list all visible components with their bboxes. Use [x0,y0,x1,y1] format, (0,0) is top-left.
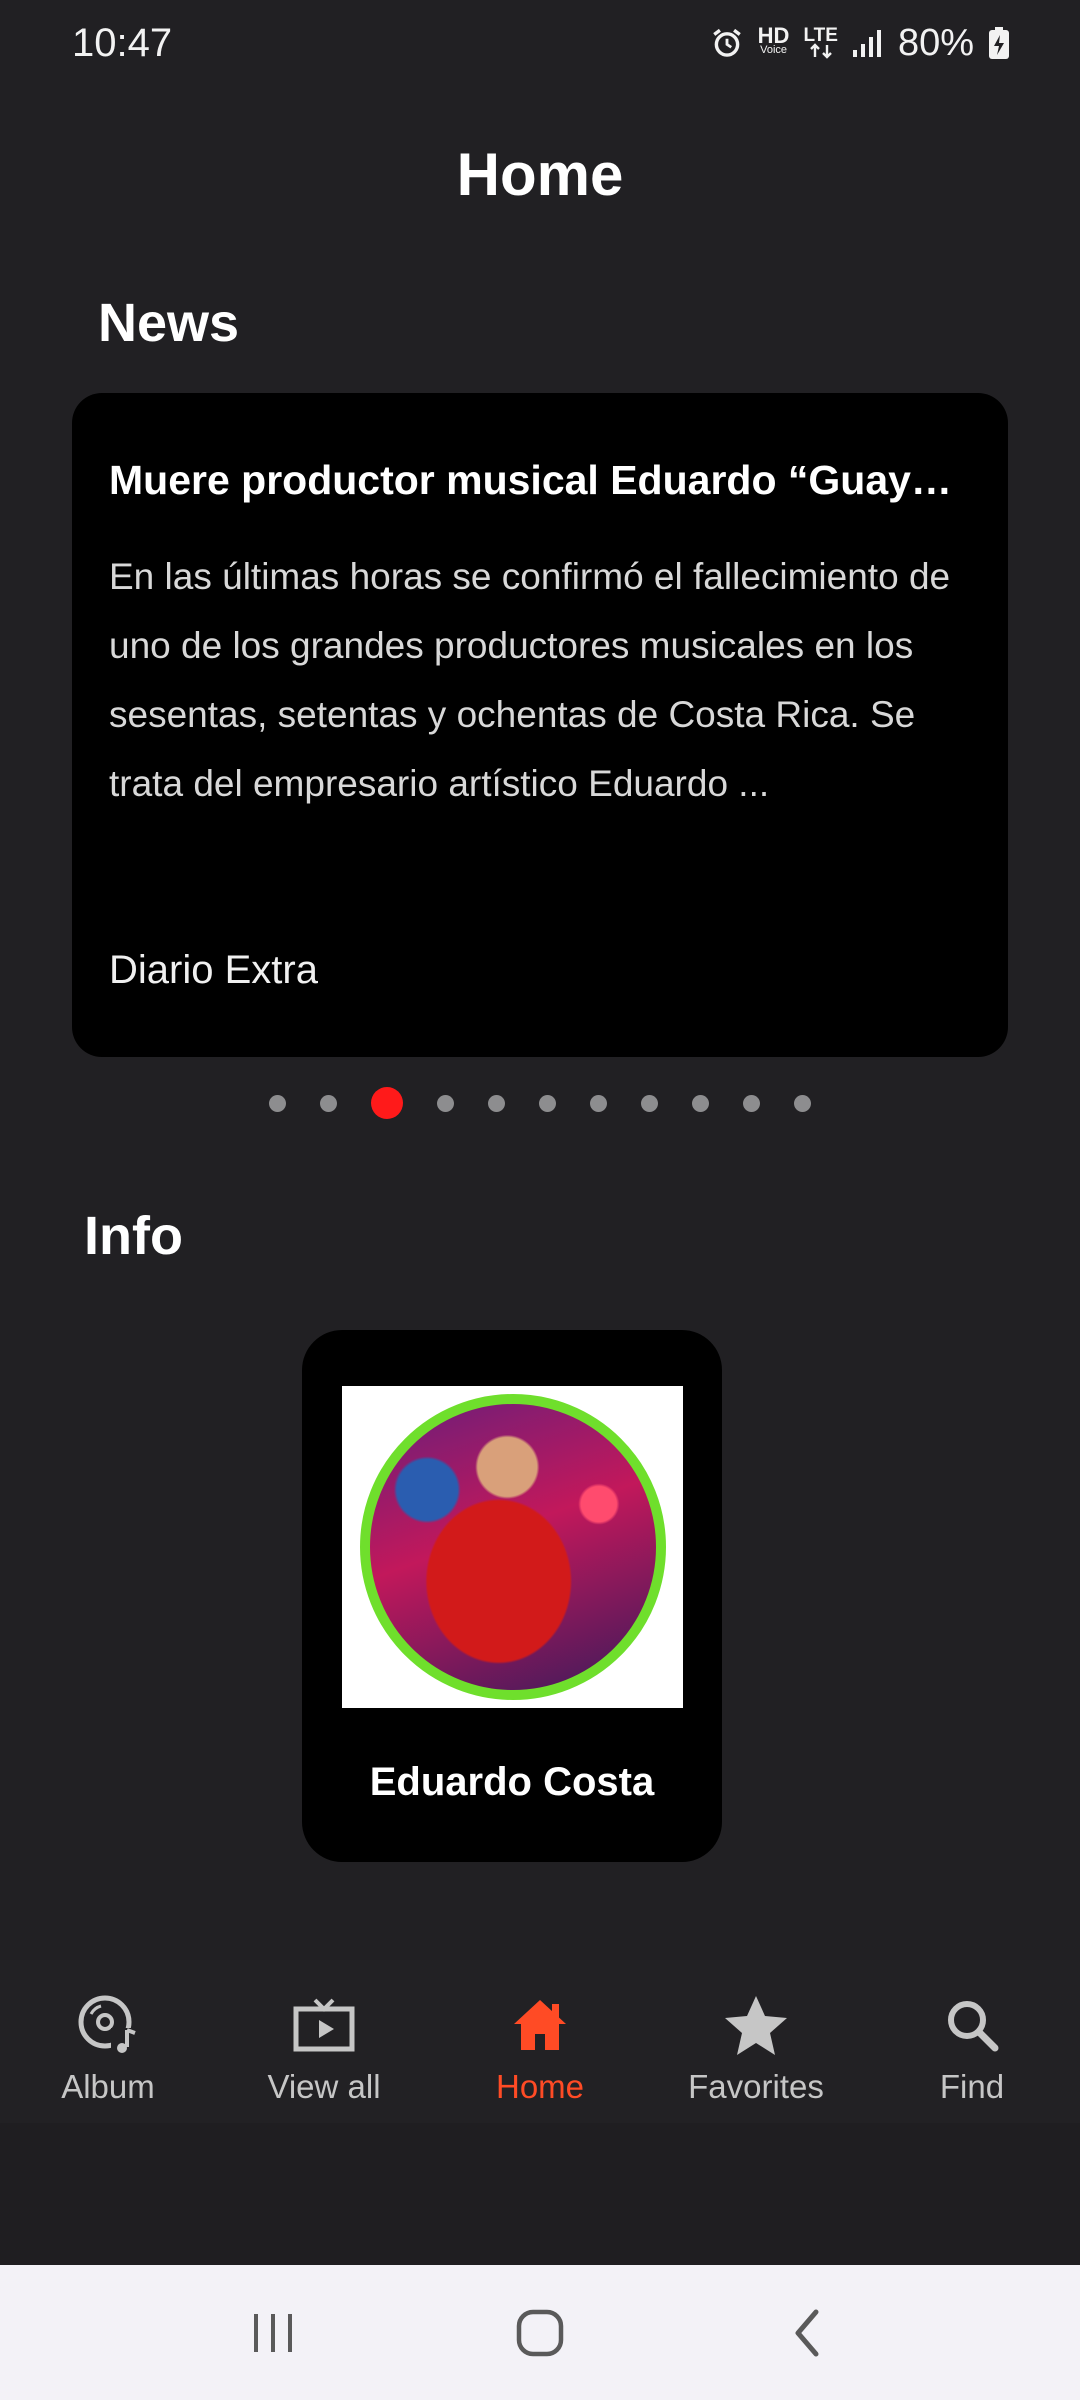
nav-label-find: Find [939,2068,1005,2105]
nav-item-album[interactable]: Album [0,1960,216,2123]
home-circle-icon[interactable] [495,2288,585,2378]
pager-dot[interactable] [794,1094,811,1112]
system-nav-bar [0,2265,1080,2400]
artist-name: Eduardo Costa [369,1760,655,1804]
nav-label-home: Home [495,2068,585,2105]
pager-dot-active[interactable] [371,1087,403,1119]
news-source: Diario Extra [109,948,318,992]
lte-label: LTE [803,24,838,46]
hd-voice-icon: HD Voice [757,23,790,58]
pager-dot[interactable] [269,1094,286,1112]
bottom-nav: Album View all Home Favorites Find [0,1960,1080,2123]
pager-dot[interactable] [539,1094,556,1112]
recent-apps-icon[interactable] [228,2288,318,2378]
pager-dot[interactable] [641,1094,658,1112]
artist-photo-frame [342,1386,683,1708]
alarm-icon [710,26,744,60]
nav-item-find[interactable]: Find [864,1960,1080,2123]
news-pager[interactable] [0,1086,1080,1120]
nav-label-view-all: View all [267,2068,381,2105]
pager-dot[interactable] [488,1094,505,1112]
signal-icon [852,28,884,58]
star-icon [723,1992,789,2058]
pager-dot[interactable] [692,1094,709,1112]
search-icon [939,1992,1005,2058]
status-bar: 10:47 HD Voice LTE 80% [0,0,1080,86]
battery-percent: 80% [897,21,974,64]
pager-dot[interactable] [320,1094,337,1112]
nav-label-favorites: Favorites [688,2068,824,2105]
tv-play-icon [291,1992,357,2058]
home-icon [507,1992,573,2058]
back-icon[interactable] [762,2288,852,2378]
nav-label-album: Album [61,2068,155,2105]
news-card[interactable]: Muere productor musical Eduardo “Guay… E… [72,393,1008,1057]
nav-item-view-all[interactable]: View all [216,1960,432,2123]
battery-charging-icon [988,26,1010,60]
pager-dot[interactable] [437,1094,454,1112]
status-time: 10:47 [72,20,173,65]
content-spacer [0,2123,1080,2265]
news-headline: Muere productor musical Eduardo “Guay… [109,457,952,503]
status-icons: HD Voice LTE 80% [710,22,1010,65]
voice-label: Voice [760,44,788,56]
news-section-title: News [98,293,240,353]
lte-icon: LTE [803,24,838,59]
news-body: En las últimas horas se confirmó el fall… [109,556,951,804]
nav-item-favorites[interactable]: Favorites [648,1960,864,2123]
album-music-icon [75,1992,141,2058]
artist-avatar [359,1394,666,1700]
nav-item-home[interactable]: Home [432,1960,648,2123]
info-section-title: Info [84,1206,183,1266]
pager-dot[interactable] [590,1094,607,1112]
artist-card[interactable]: Eduardo Costa [302,1330,722,1862]
page-title: Home [456,141,624,208]
pager-dot[interactable] [743,1094,760,1112]
hd-label: HD [757,23,790,48]
